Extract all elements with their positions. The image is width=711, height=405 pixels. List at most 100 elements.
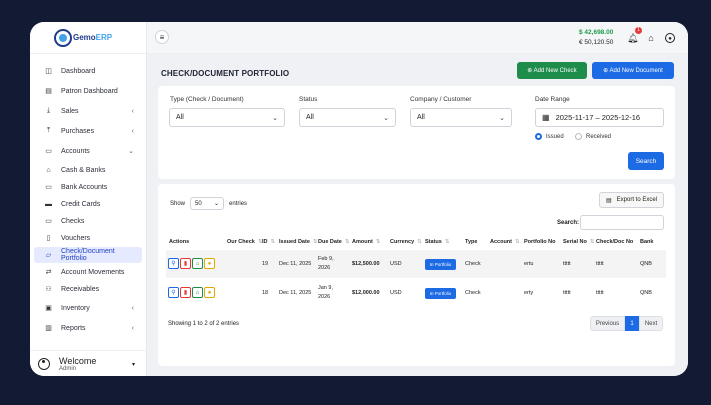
sidebar-item-label: Patron Dashboard xyxy=(61,87,118,95)
sidebar-item-purchases[interactable]: ⤒ Purchases ‹ xyxy=(34,122,142,140)
company-filter-value: All xyxy=(417,114,425,121)
cell-due-date-year: 2026 xyxy=(318,294,331,300)
bank-action-icon[interactable]: ⌂ xyxy=(192,258,203,269)
col-issued-date[interactable]: Issued Date ⇅ xyxy=(279,239,317,245)
sort-icon: ⇅ xyxy=(375,239,381,245)
sidebar-item-label: Inventory xyxy=(61,304,90,312)
view-icon[interactable]: ⚲ xyxy=(168,287,179,298)
table-search-label: Search: xyxy=(557,220,580,226)
page-size-select[interactable]: 50 ⌄ xyxy=(190,197,225,210)
sidebar-item-receivables[interactable]: ⚇ Receivables xyxy=(34,281,142,297)
user-menu[interactable]: Welcome Admin ▾ xyxy=(30,350,147,376)
sidebar-item-accounts[interactable]: ▭ Accounts ⌄ xyxy=(34,142,142,160)
sidebar-item-cash-banks[interactable]: ⌂ Cash & Banks xyxy=(34,162,142,178)
col-status[interactable]: Status ⇅ xyxy=(425,239,449,245)
col-bank[interactable]: Bank xyxy=(640,239,653,245)
bank-action-icon[interactable]: ⌂ xyxy=(192,287,203,298)
sidebar-item-label: Credit Cards xyxy=(61,200,101,208)
logo[interactable]: GemoERP xyxy=(30,22,146,54)
table-search-input[interactable] xyxy=(580,215,664,230)
sidebar-item-patron-dashboard[interactable]: ▤ Patron Dashboard xyxy=(34,82,142,100)
delete-icon[interactable]: ▮ xyxy=(180,258,191,269)
export-excel-button[interactable]: ▤ Export to Excel xyxy=(599,192,664,208)
table-info: Showing 1 to 2 of 2 entries xyxy=(168,321,240,327)
transfer-action-icon[interactable]: ● xyxy=(204,258,215,269)
sidebar-item-label: Purchases xyxy=(61,127,95,135)
cell-issued-date: Dec 11, 2025 xyxy=(279,290,312,296)
bank-icon: ⌂ xyxy=(46,166,51,174)
store-icon[interactable]: ⌂ xyxy=(646,33,656,43)
row-actions: ⚲ ▮ ⌂ ● xyxy=(168,258,215,269)
logo-icon xyxy=(54,28,72,47)
upload-icon: ⤒ xyxy=(46,127,51,134)
col-id[interactable]: ID ⇅ xyxy=(262,239,275,245)
page-size-value: 50 xyxy=(195,200,202,207)
cell-id: 19 xyxy=(262,261,269,267)
sidebar-item-inventory[interactable]: ▣ Inventory ‹ xyxy=(34,299,142,317)
sidebar-item-reports[interactable]: ▥ Reports ‹ xyxy=(34,319,142,337)
sidebar-item-check-document-portfolio[interactable]: ▱ Check/Document Portfolio xyxy=(34,247,142,263)
add-new-document-button[interactable]: ⊕ Add New Document xyxy=(592,62,674,79)
table-row[interactable]: ⚲ ▮ ⌂ ● 19 Dec 11, 2025 Feb 9, 2026 $12,… xyxy=(166,250,666,278)
status-filter-value: All xyxy=(306,114,314,121)
sidebar-item-checks[interactable]: ▭ Checks xyxy=(34,213,142,229)
radio-unselected-icon xyxy=(575,133,582,140)
check-icon: ▭ xyxy=(45,218,52,225)
avatar-icon xyxy=(38,357,50,370)
hamburger-icon: ≡ xyxy=(159,32,165,42)
search-button[interactable]: Search xyxy=(628,152,664,170)
users-icon: ⚇ xyxy=(45,286,52,293)
previous-page-button[interactable]: Previous xyxy=(590,316,625,331)
delete-icon[interactable]: ▮ xyxy=(180,287,191,298)
wallet-icon: ▭ xyxy=(45,148,52,155)
col-actions[interactable]: Actions xyxy=(169,239,189,245)
sidebar-item-label: Dashboard xyxy=(61,67,96,75)
chevron-down-icon: ⌄ xyxy=(128,148,134,155)
sidebar-item-sales[interactable]: ⤓ Sales ‹ xyxy=(34,102,142,120)
col-amount[interactable]: Amount ⇅ xyxy=(352,239,380,245)
chart-icon: ▤ xyxy=(45,88,52,95)
radio-received[interactable]: Received xyxy=(575,133,611,140)
view-icon[interactable]: ⚲ xyxy=(168,258,179,269)
status-filter-select[interactable]: All ⌄ xyxy=(299,108,396,127)
sidebar-item-label: Cash & Banks xyxy=(61,166,106,174)
col-serial-no[interactable]: Serial No ⇅ xyxy=(563,239,594,245)
app-window: GemoERP ◫ Dashboard ▤ Patron Dashboard ⤓ Sa… xyxy=(30,22,688,376)
user-icon[interactable]: ● xyxy=(665,33,675,43)
cell-bank: QNB xyxy=(640,261,652,267)
menu-toggle-button[interactable]: ≡ xyxy=(155,30,169,44)
cell-due-date-year: 2026 xyxy=(318,265,331,271)
col-type[interactable]: Type xyxy=(465,239,477,245)
date-range-input[interactable]: ▦ 2025-11-17 – 2025-12-16 xyxy=(535,108,664,127)
sidebar-item-account-movements[interactable]: ⇄ Account Movements xyxy=(34,264,142,280)
box-icon: ▣ xyxy=(45,305,52,312)
voucher-icon: ▯ xyxy=(46,235,51,242)
col-check-doc-no[interactable]: Check/Doc No xyxy=(596,239,633,245)
sidebar-item-bank-accounts[interactable]: ▭ Bank Accounts xyxy=(34,179,142,195)
bell-icon[interactable]: 🔔︎ xyxy=(627,33,638,43)
page-1-button[interactable]: 1 xyxy=(625,316,639,331)
col-our-check[interactable]: Our Check ⇅ xyxy=(227,239,262,245)
balance-usd: $ 42,698.00 xyxy=(579,29,614,36)
col-portfolio-no[interactable]: Portfolio No xyxy=(524,239,555,245)
next-page-button[interactable]: Next xyxy=(639,316,663,331)
transfer-action-icon[interactable]: ● xyxy=(204,287,215,298)
cell-due-date-day: Feb 9, xyxy=(318,256,334,262)
sidebar-item-credit-cards[interactable]: ▬ Credit Cards xyxy=(34,196,142,212)
add-new-check-button[interactable]: ⊕ Add New Check xyxy=(517,62,587,79)
type-filter-select[interactable]: All ⌄ xyxy=(169,108,285,127)
cell-type: Check xyxy=(465,290,481,296)
card-icon: ▭ xyxy=(45,184,52,191)
chevron-down-icon: ⌄ xyxy=(383,115,389,122)
col-due-date[interactable]: Due Date ⇅ xyxy=(318,239,349,245)
sidebar-item-label: Receivables xyxy=(61,285,100,293)
sort-icon: ⇅ xyxy=(312,239,318,245)
sidebar-item-vouchers[interactable]: ▯ Vouchers xyxy=(34,230,142,246)
col-account[interactable]: Account ⇅ xyxy=(490,239,520,245)
table-row[interactable]: ⚲ ▮ ⌂ ● 18 Dec 11, 2025 Jan 9, 2026 $12,… xyxy=(166,279,666,307)
company-filter-select[interactable]: All ⌄ xyxy=(410,108,512,127)
sidebar-item-dashboard[interactable]: ◫ Dashboard xyxy=(34,62,142,80)
page-size-control: Show 50 ⌄ entries xyxy=(170,197,247,210)
radio-issued[interactable]: Issued xyxy=(535,133,564,140)
col-currency[interactable]: Currency ⇅ xyxy=(390,239,422,245)
